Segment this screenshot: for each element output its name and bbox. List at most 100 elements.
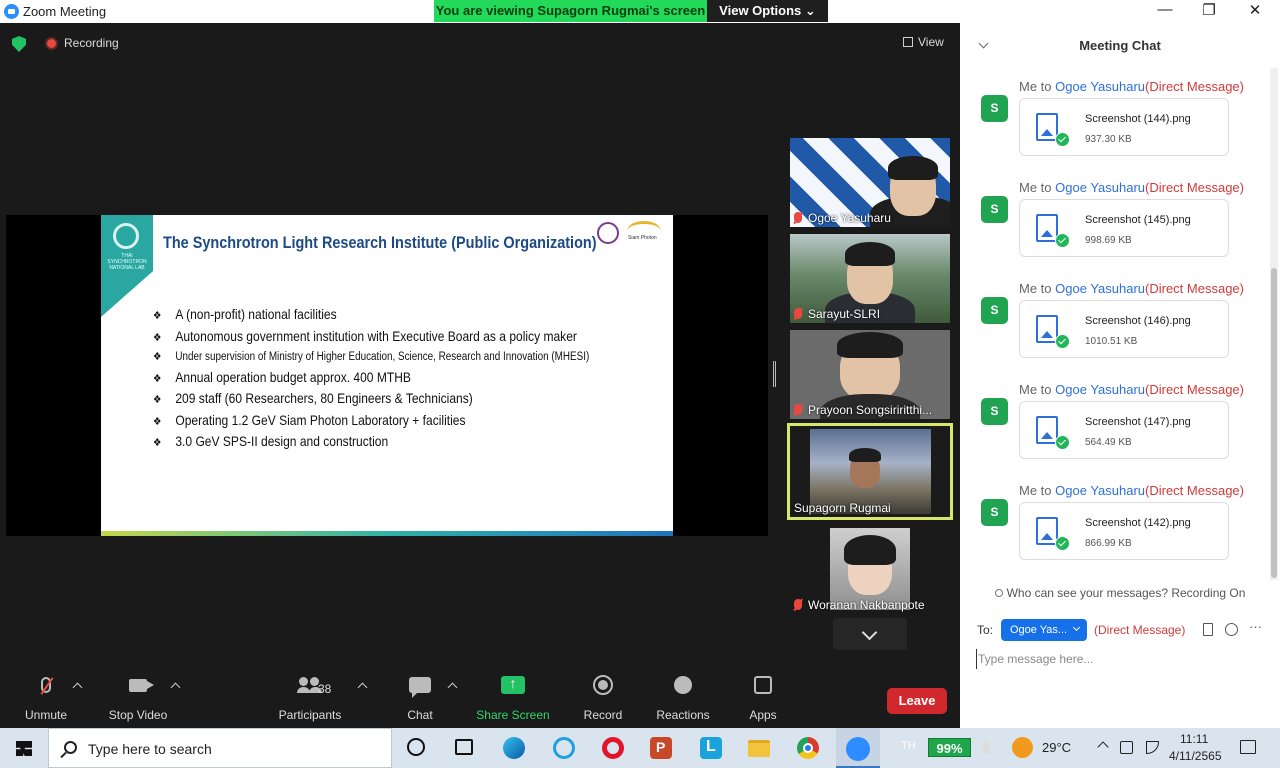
view-button[interactable]: View (903, 35, 944, 49)
maximize-icon[interactable]: ❐ (1189, 1, 1229, 19)
wifi-icon[interactable] (1146, 741, 1159, 754)
more-icon[interactable]: ··· (1249, 619, 1262, 634)
more-participants-chevron-down-icon[interactable] (833, 618, 907, 650)
slide-bullet: ❖ A (non-profit) national facilities (153, 305, 589, 327)
participant-tile[interactable]: Prayoon Songsiriritthi... (790, 330, 950, 419)
slide-bullet: ❖ 209 staff (60 Researchers, 80 Engineers… (153, 389, 589, 411)
view-options-button[interactable]: View Options ⌄ (707, 0, 828, 22)
minimize-icon[interactable]: — (1145, 1, 1185, 18)
bullet-icon: ❖ (153, 394, 162, 406)
temperature[interactable]: 29°C (1042, 740, 1071, 755)
chevron-down-icon (1072, 623, 1081, 632)
close-icon[interactable]: ✕ (1235, 1, 1275, 19)
clock-date[interactable]: 4/11/2565 (1169, 749, 1222, 763)
meet-now-icon[interactable] (1120, 741, 1133, 754)
message-visibility-notice[interactable]: Who can see your messages? Recording On (960, 586, 1280, 600)
battery-indicator[interactable]: 99% (928, 738, 971, 757)
presentation-slide: THAI SYNCHROTRON NATIONAL LAB The Synchr… (101, 215, 673, 536)
stop-video-button[interactable]: Stop Video (100, 670, 176, 728)
recipient-dropdown[interactable]: Ogoe Yas... (1001, 619, 1087, 641)
line-icon[interactable] (700, 737, 722, 759)
file-size: 937.30 KB (1085, 134, 1132, 145)
task-view-icon[interactable] (455, 739, 473, 755)
avatar: S (981, 398, 1008, 425)
apps-button[interactable]: Apps (742, 670, 784, 728)
opera-icon[interactable] (602, 737, 624, 759)
powerpoint-icon[interactable] (650, 737, 672, 759)
participant-count: 38 (318, 682, 332, 696)
chrome-icon[interactable] (797, 737, 819, 759)
recipient-link[interactable]: Ogoe Yasuharu (1055, 483, 1145, 498)
smiley-plus-icon (674, 676, 692, 694)
person-icon (994, 589, 1003, 597)
internet-explorer-icon[interactable] (553, 737, 575, 759)
chat-panel: Meeting Chat S Me to Ogoe Yasuharu(Direc… (960, 23, 1280, 728)
unmute-button[interactable]: Unmute (12, 670, 80, 728)
mic-muted-icon (794, 308, 802, 319)
participant-tile-active-speaker[interactable]: Supagorn Rugmai (787, 423, 953, 520)
emoji-icon[interactable] (1225, 623, 1238, 636)
clock-time[interactable]: 11:11 (1180, 732, 1208, 746)
file-explorer-icon[interactable] (748, 740, 770, 757)
power-plug-icon (982, 741, 990, 754)
file-icon[interactable] (1203, 623, 1213, 636)
participants-options-caret-icon[interactable] (357, 682, 368, 693)
message-meta: Me to Ogoe Yasuharu(Direct Message) (1019, 281, 1244, 296)
shield-icon[interactable] (12, 36, 26, 52)
file-attachment[interactable]: Screenshot (142).png 866.99 KB (1019, 502, 1229, 560)
reactions-button[interactable]: Reactions (652, 670, 714, 728)
participant-hair (844, 535, 896, 565)
scrollbar-thumb[interactable] (1271, 268, 1277, 578)
weather-icon[interactable] (1012, 737, 1033, 758)
window-title: Zoom Meeting (23, 4, 107, 19)
chat-options-caret-icon[interactable] (447, 682, 458, 693)
participant-tile[interactable]: Ogoe Yasuharu (790, 138, 950, 227)
windows-start-icon[interactable] (16, 741, 32, 756)
search-icon (64, 741, 77, 754)
avatar: S (981, 196, 1008, 223)
chat-message: S Me to Ogoe Yasuharu(Direct Message) Sc… (960, 281, 1270, 382)
file-attachment[interactable]: Screenshot (146).png 1010.51 KB (1019, 300, 1229, 358)
participant-hair (845, 242, 895, 266)
siam-photon-label: Siam Photon (628, 235, 657, 241)
shared-screen[interactable]: THAI SYNCHROTRON NATIONAL LAB The Synchr… (6, 215, 768, 536)
file-attachment[interactable]: Screenshot (147).png 564.49 KB (1019, 401, 1229, 459)
language-indicator[interactable]: TH (901, 740, 916, 752)
recording-label[interactable]: Recording (64, 36, 119, 50)
slide-bullet: ❖ Autonomous government institution with … (153, 327, 589, 349)
participant-name: Sarayut-SLRI (794, 307, 880, 321)
zoom-icon[interactable] (846, 737, 870, 761)
leave-button[interactable]: Leave (887, 688, 947, 714)
file-attachment[interactable]: Screenshot (144).png 937.30 KB (1019, 98, 1229, 156)
taskbar-search[interactable]: Type here to search (48, 728, 392, 768)
chat-scrollbar[interactable] (1270, 68, 1278, 580)
share-screen-button[interactable]: Share Screen (474, 670, 552, 728)
recording-icon[interactable] (45, 37, 58, 50)
chat-message: S Me to Ogoe Yasuharu(Direct Message) Sc… (960, 483, 1270, 584)
participant-tile[interactable]: Woranan Nakbanpote (790, 525, 950, 614)
meeting-area: Recording View THAI SYNCHROTRON NATIONAL… (0, 23, 960, 728)
record-button[interactable]: Record (577, 670, 629, 728)
splitter-handle[interactable] (773, 361, 776, 387)
notification-icon[interactable] (1240, 740, 1256, 754)
show-hidden-icons-caret-icon[interactable] (1097, 741, 1109, 753)
participant-tile[interactable]: Sarayut-SLRI (790, 234, 950, 323)
cortana-icon[interactable] (407, 738, 425, 756)
chat-button[interactable]: Chat (395, 670, 445, 728)
slri-logo-ring-icon (113, 223, 139, 249)
slri-logo-text: THAI SYNCHROTRON NATIONAL LAB (107, 253, 147, 271)
file-attachment[interactable]: Screenshot (145).png 998.69 KB (1019, 199, 1229, 257)
bullet-icon: ❖ (153, 415, 162, 428)
mic-muted-icon (794, 212, 802, 223)
recipient-link[interactable]: Ogoe Yasuharu (1055, 281, 1145, 296)
edge-icon[interactable] (503, 737, 525, 759)
recipient-link[interactable]: Ogoe Yasuharu (1055, 180, 1145, 195)
ministry-crest-icon (597, 222, 619, 244)
recipient-link[interactable]: Ogoe Yasuharu (1055, 79, 1145, 94)
zoom-logo-icon (4, 4, 19, 19)
participant-name: Woranan Nakbanpote (794, 598, 925, 612)
avatar: S (981, 499, 1008, 526)
chat-message-input[interactable] (976, 649, 1266, 669)
recipient-link[interactable]: Ogoe Yasuharu (1055, 382, 1145, 397)
participants-button[interactable]: 38 Participants (272, 670, 348, 728)
